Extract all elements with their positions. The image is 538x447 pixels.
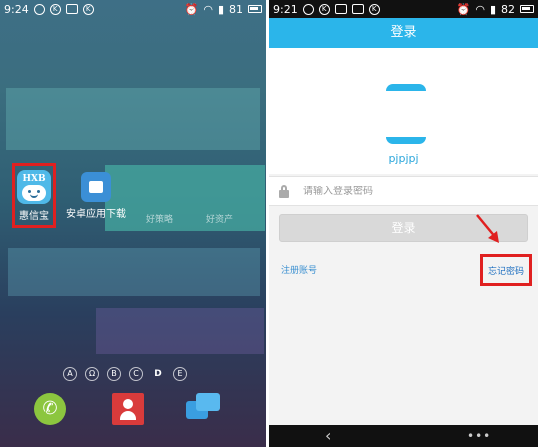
- messages-icon[interactable]: [186, 393, 222, 425]
- k-notification-icon-2: K: [368, 3, 380, 15]
- page-indicator: A Ω B C D E: [63, 367, 187, 381]
- blurred-region: [8, 248, 260, 296]
- page-dot[interactable]: Ω: [85, 367, 99, 381]
- signal-icon: ▮: [489, 2, 496, 16]
- status-bar: 9:21 K K ⏰ ◠ ▮ 82: [269, 0, 538, 18]
- app-hxb[interactable]: HXB 惠信宝: [12, 163, 56, 228]
- wifi-icon: ◠: [475, 2, 485, 16]
- avatar: [386, 84, 426, 144]
- blurred-region: [105, 165, 265, 231]
- login-screen: 9:21 K K ⏰ ◠ ▮ 82 登录 pjpjpj 登录 注册账号 忘记密码…: [269, 0, 538, 447]
- username: pjpjpj: [388, 152, 419, 165]
- battery-level: 82: [501, 2, 515, 16]
- clock: 9:24: [4, 2, 29, 16]
- image-icon: [351, 4, 364, 14]
- k-notification-icon: K: [49, 3, 61, 15]
- battery-icon: [520, 5, 534, 13]
- forgot-password-highlight: 忘记密码: [480, 254, 532, 286]
- blurred-region: [96, 308, 264, 354]
- battery-icon: [248, 5, 262, 13]
- page-dot[interactable]: E: [173, 367, 187, 381]
- faded-app-label: 好资产: [206, 215, 234, 225]
- app-label: 安卓应用下载: [66, 209, 126, 220]
- phone-icon[interactable]: ✆: [34, 393, 66, 425]
- status-bar: 9:24 K K ⏰ ◠ ▮ 81: [0, 0, 266, 18]
- image-icon: [65, 4, 78, 14]
- signal-icon: ▮: [217, 2, 224, 16]
- page-dot[interactable]: B: [107, 367, 121, 381]
- register-link[interactable]: 注册账号: [281, 263, 317, 276]
- chat-icon: [334, 4, 347, 14]
- alarm-icon: ⏰: [184, 2, 199, 16]
- back-icon[interactable]: ‹: [325, 427, 331, 445]
- page-dot[interactable]: A: [63, 367, 77, 381]
- k-notification-icon: K: [318, 3, 330, 15]
- store-app-icon[interactable]: [81, 172, 111, 202]
- notification-icon: [302, 3, 314, 15]
- wifi-icon: ◠: [203, 2, 213, 16]
- page-title: 登录: [269, 18, 538, 48]
- app-label: 惠信宝: [19, 211, 49, 222]
- battery-level: 81: [229, 2, 243, 16]
- page-dot[interactable]: C: [129, 367, 143, 381]
- notification-icon: [33, 3, 45, 15]
- home-screen: 9:24 K K ⏰ ◠ ▮ 81 HXB 惠信宝 安卓应用下载 好策略 好资产…: [0, 0, 266, 447]
- password-row[interactable]: [269, 176, 538, 206]
- menu-icon[interactable]: •••: [467, 429, 491, 443]
- navigation-bar: ‹ •••: [269, 425, 538, 447]
- password-input[interactable]: [303, 185, 503, 197]
- screenshot-pair: 9:24 K K ⏰ ◠ ▮ 81 HXB 惠信宝 安卓应用下载 好策略 好资产…: [0, 0, 538, 447]
- user-area: pjpjpj: [269, 48, 538, 174]
- hxb-app-icon[interactable]: HXB: [17, 170, 51, 204]
- faded-app-label: 好策略: [146, 215, 174, 225]
- k-notification-icon-2: K: [82, 3, 94, 15]
- lock-icon: [279, 184, 289, 198]
- page-dot-active[interactable]: D: [151, 367, 165, 381]
- blurred-region: [6, 88, 260, 150]
- app-android-store[interactable]: 安卓应用下载: [66, 172, 126, 220]
- alarm-icon: ⏰: [456, 2, 471, 16]
- dock: ✆: [0, 393, 266, 425]
- forgot-password-link[interactable]: 忘记密码: [488, 264, 524, 277]
- clock: 9:21: [273, 2, 298, 16]
- red-arrow-icon: [476, 214, 499, 243]
- contacts-icon[interactable]: [112, 393, 144, 425]
